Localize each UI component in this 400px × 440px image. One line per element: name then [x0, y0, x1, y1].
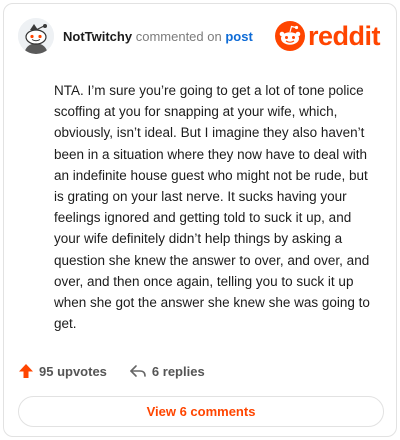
- reddit-logo[interactable]: reddit: [274, 20, 381, 52]
- comment-body: NTA. I’m sure you’re going to get a lot …: [54, 83, 370, 332]
- upvote-count: 95 upvotes: [39, 363, 107, 379]
- comment-card: NotTwitchy commented on post reddit NTA.…: [3, 3, 397, 437]
- view-comments-button[interactable]: View 6 comments: [18, 396, 384, 427]
- replies-button[interactable]: 6 replies: [129, 363, 205, 379]
- commenter-line: NotTwitchy commented on post: [63, 29, 253, 44]
- comment-footer: 95 upvotes 6 replies: [18, 360, 205, 382]
- reply-arrow-icon: [130, 365, 146, 377]
- post-link[interactable]: post: [225, 29, 252, 44]
- commented-on-text: commented on: [135, 29, 222, 44]
- avatar[interactable]: [18, 18, 54, 54]
- replies-count: 6 replies: [151, 363, 205, 379]
- username[interactable]: NotTwitchy: [63, 29, 132, 44]
- snoo-avatar-icon: [18, 18, 54, 54]
- reddit-wordmark: reddit: [307, 20, 381, 51]
- comment-header: NotTwitchy commented on post reddit: [18, 16, 382, 56]
- upvote-arrow-icon: [19, 364, 33, 378]
- upvote-button[interactable]: 95 upvotes: [18, 363, 107, 379]
- reddit-snoo-icon: [274, 21, 305, 51]
